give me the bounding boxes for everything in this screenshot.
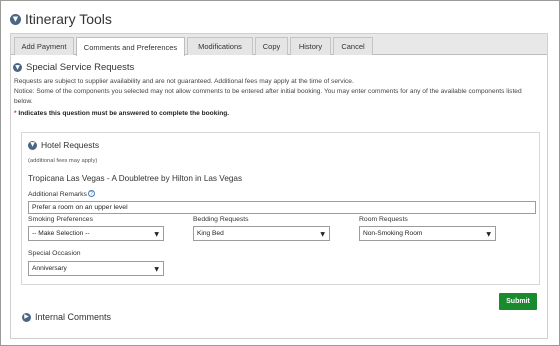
- dropdown-arrow-icon: ▼: [154, 231, 159, 238]
- components-notice: Notice: Some of the components you selec…: [14, 88, 522, 105]
- remarks-label: Additional Remarks?: [28, 190, 95, 198]
- submit-button[interactable]: Submit: [499, 293, 537, 310]
- tab-bar: Add Payment Comments and Preferences Mod…: [11, 34, 547, 56]
- occasion-label: Special Occasion: [28, 250, 81, 257]
- dropdown-arrow-icon: ▼: [154, 266, 159, 273]
- occasion-select-value: Anniversary: [32, 265, 67, 272]
- hotel-requests-title: Hotel Requests: [41, 140, 100, 150]
- hotel-requests-box: ▼ Hotel Requests (additional fees may ap…: [21, 132, 540, 285]
- required-text: Indicates this question must be answered…: [18, 110, 230, 117]
- page-title: Itinerary Tools: [25, 11, 112, 27]
- fees-note: (additional fees may apply): [28, 158, 98, 164]
- section-title: Special Service Requests: [26, 62, 135, 73]
- tab-comments-and-preferences[interactable]: Comments and Preferences: [76, 37, 185, 56]
- itinerary-tools-window: ▼ Itinerary Tools Add Payment Comments a…: [0, 0, 560, 346]
- help-icon[interactable]: ?: [87, 190, 95, 197]
- hotel-requests-header[interactable]: ▼ Hotel Requests: [28, 140, 99, 150]
- room-label: Room Requests: [359, 216, 408, 223]
- bedding-label: Bedding Requests: [193, 216, 249, 223]
- availability-note: Requests are subject to supplier availab…: [14, 78, 354, 85]
- room-requests-select[interactable]: Non-Smoking Room ▼: [359, 226, 496, 241]
- required-star: *: [14, 110, 17, 117]
- tab-add-payment[interactable]: Add Payment: [14, 37, 74, 55]
- chevron-right-icon[interactable]: ▶: [22, 312, 31, 322]
- special-requests-header[interactable]: ▼ Special Service Requests: [13, 62, 134, 73]
- smoking-select-value: -- Make Selection --: [32, 230, 90, 237]
- additional-remarks-input[interactable]: Prefer a room on an upper level: [28, 201, 536, 214]
- tab-cancel[interactable]: Cancel: [333, 37, 373, 55]
- special-occasion-select[interactable]: Anniversary ▼: [28, 261, 164, 276]
- internal-comments-header[interactable]: ▶ Internal Comments: [22, 312, 111, 322]
- required-note: * Indicates this question must be answer…: [14, 110, 229, 117]
- dropdown-arrow-icon: ▼: [486, 231, 491, 238]
- chevron-down-icon[interactable]: ▼: [13, 63, 22, 72]
- dropdown-arrow-icon: ▼: [320, 231, 325, 238]
- chevron-down-icon[interactable]: ▼: [10, 13, 21, 25]
- smoking-label: Smoking Preferences: [28, 216, 93, 223]
- bedding-select-value: King Bed: [197, 230, 224, 237]
- smoking-preferences-select[interactable]: -- Make Selection -- ▼: [28, 226, 164, 241]
- remarks-label-text: Additional Remarks: [28, 191, 87, 198]
- tab-copy[interactable]: Copy: [255, 37, 288, 55]
- tab-history[interactable]: History: [290, 37, 331, 55]
- tab-modifications[interactable]: Modifications: [187, 37, 253, 55]
- chevron-down-icon[interactable]: ▼: [28, 140, 37, 150]
- page-header[interactable]: ▼ Itinerary Tools: [10, 10, 112, 28]
- internal-comments-title: Internal Comments: [35, 312, 112, 322]
- room-select-value: Non-Smoking Room: [363, 230, 423, 237]
- hotel-name: Tropicana Las Vegas - A Doubletree by Hi…: [28, 174, 243, 183]
- bedding-requests-select[interactable]: King Bed ▼: [193, 226, 330, 241]
